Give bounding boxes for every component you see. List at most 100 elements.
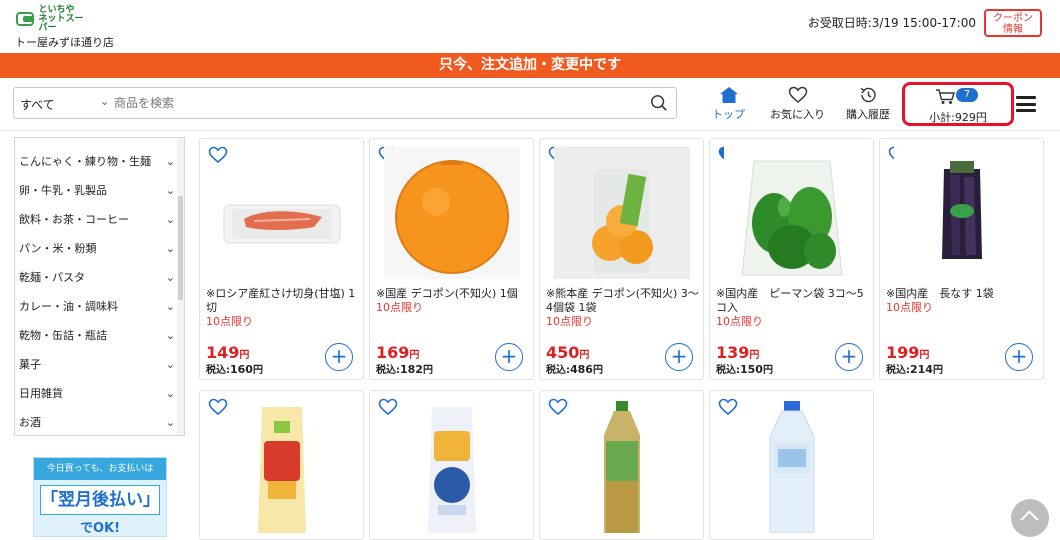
tax-value: 160: [230, 363, 253, 376]
category-label: 日用雑貨: [19, 387, 63, 400]
category-item[interactable]: 日用雑貨 ⌄: [19, 380, 175, 408]
product-name[interactable]: ※ロシア産紅さけ切身(甘塩) 1切 10点限り: [206, 287, 360, 329]
chevron-down-icon: ⌄: [165, 416, 175, 429]
nav-favorites-label: お気に入り: [770, 108, 825, 121]
product-name-text: ※国産 デコポン(不知火) 1個: [376, 287, 518, 300]
product-name-text: ※国内産 ピーマン袋 3コ～5コ入: [716, 287, 864, 314]
product-image[interactable]: [384, 147, 520, 279]
scroll-to-top-button[interactable]: [1011, 499, 1049, 537]
coupon-label-sub: 情報: [1003, 24, 1023, 35]
product-card[interactable]: ※国産 デコポン(不知火) 1個 10点限り 169円 税込:182円 +: [369, 138, 534, 380]
promo-title: 「翌月後払い」: [40, 485, 160, 515]
add-to-cart-button[interactable]: +: [1005, 343, 1033, 371]
yen-unit: 円: [919, 350, 930, 361]
category-item[interactable]: パン・米・粉類 ⌄: [19, 235, 175, 263]
yen-unit: 円: [252, 365, 263, 376]
yen-unit: 円: [239, 350, 250, 361]
home-icon: [719, 87, 738, 103]
coupon-button[interactable]: クーポン 情報: [984, 9, 1042, 37]
sidebar-scrollbar[interactable]: [177, 138, 184, 435]
product-card[interactable]: [709, 390, 874, 540]
product-card[interactable]: ※国内産 ピーマン袋 3コ～5コ入 10点限り 139 円 税込:150円 +: [709, 138, 874, 380]
product-name-text: ※国内産 長なす 1袋: [886, 287, 994, 300]
tax-prefix: 税込:: [376, 365, 400, 376]
chevron-down-icon: ⌄: [165, 387, 175, 400]
search-bar: すべて ⌄ トップ お気に入り 購入履歴 7 小計: [0, 78, 1060, 131]
category-label: 乾麺・パスタ: [19, 271, 85, 284]
product-image[interactable]: [554, 147, 690, 279]
product-card[interactable]: [539, 390, 704, 540]
deferred-payment-promo[interactable]: 今日買っても、お支払いは 「翌月後払い」 でOK!: [33, 457, 167, 537]
category-item[interactable]: 菓子 ⌄: [19, 351, 175, 379]
scrollbar-thumb[interactable]: [178, 196, 183, 300]
yen-unit: 円: [762, 365, 773, 376]
category-item[interactable]: 卵・牛乳・乳製品 ⌄: [19, 177, 175, 205]
product-name-text: ※熊本産 デコポン(不知火) 3～4個袋 1袋: [546, 287, 699, 314]
store-logo[interactable]: といちや ネットスーパー: [16, 4, 84, 33]
product-image[interactable]: [894, 147, 1030, 279]
price-value: 139: [716, 343, 750, 362]
category-item[interactable]: カレー・油・調味料 ⌄: [19, 293, 175, 321]
product-name[interactable]: ※国内産 ピーマン袋 3コ～5コ入 10点限り: [716, 287, 870, 329]
yen-unit: 円: [409, 350, 420, 361]
product-card[interactable]: ※国内産 長なす 1袋 10点限り 199円 税込:214円 +: [879, 138, 1044, 380]
nav-top[interactable]: トップ: [712, 86, 745, 122]
category-label: 卵・牛乳・乳製品: [19, 184, 107, 197]
category-label: カレー・油・調味料: [19, 300, 118, 313]
product-card[interactable]: [199, 390, 364, 540]
product-card[interactable]: ※熊本産 デコポン(不知火) 3～4個袋 1袋 10点限り 450円 税込:486…: [539, 138, 704, 380]
category-item[interactable]: 乾麺・パスタ ⌄: [19, 264, 175, 292]
product-name[interactable]: ※国内産 長なす 1袋 10点限り: [886, 287, 1040, 315]
product-image[interactable]: [214, 147, 350, 279]
tax-included-price: 税込:182円: [376, 361, 433, 376]
add-to-cart-button[interactable]: +: [835, 343, 863, 371]
product-image[interactable]: [724, 147, 860, 279]
add-to-cart-button[interactable]: +: [665, 343, 693, 371]
chevron-down-icon: ⌄: [165, 242, 175, 255]
search-icon[interactable]: [650, 94, 668, 112]
chevron-down-icon: ⌄: [165, 155, 175, 168]
purchase-limit: 10点限り: [206, 315, 253, 328]
product-name-text: ※ロシア産紅さけ切身(甘塩) 1切: [206, 287, 356, 314]
nav-history[interactable]: 購入履歴: [846, 86, 890, 122]
category-item[interactable]: お酒 ⌄: [19, 409, 175, 435]
chevron-down-icon: ⌄: [165, 271, 175, 284]
product-name[interactable]: ※国産 デコポン(不知火) 1個 10点限り: [376, 287, 530, 315]
chevron-down-icon: ⌄: [165, 184, 175, 197]
yen-unit: 円: [592, 365, 603, 376]
product-image[interactable]: [554, 401, 690, 533]
product-price: 149円: [206, 343, 249, 362]
price-value: 450: [546, 343, 580, 362]
nav-favorites[interactable]: お気に入り: [770, 86, 825, 122]
pickup-datetime[interactable]: お受取日時:3/19 15:00-17:00: [808, 14, 976, 31]
category-item[interactable]: 乾物・缶詰・瓶詰 ⌄: [19, 322, 175, 350]
category-item[interactable]: 飲料・お茶・コーヒー ⌄: [19, 206, 175, 234]
logo-text: といちや ネットスーパー: [38, 4, 84, 33]
category-sidebar: こんにゃく・練り物・生麺 ⌄ 卵・牛乳・乳製品 ⌄ 飲料・お茶・コーヒー ⌄ パン・米…: [14, 137, 185, 436]
category-select[interactable]: すべて: [20, 96, 55, 113]
purchase-limit: 10点限り: [546, 315, 593, 328]
tax-included-price: 税込:150円: [716, 361, 773, 376]
search-box: すべて ⌄: [13, 87, 677, 119]
hamburger-menu-icon[interactable]: [1016, 96, 1036, 112]
chevron-down-icon: ⌄: [165, 213, 175, 226]
product-image[interactable]: [384, 401, 520, 533]
tax-included-price: 税込:160円: [206, 361, 263, 376]
product-card[interactable]: [369, 390, 534, 540]
add-to-cart-button[interactable]: +: [325, 343, 353, 371]
chevron-down-icon: ⌄: [165, 329, 175, 342]
category-label: パン・米・粉類: [19, 242, 97, 255]
cart-logo-icon: [16, 12, 35, 26]
add-to-cart-button[interactable]: +: [495, 343, 523, 371]
product-name[interactable]: ※熊本産 デコポン(不知火) 3～4個袋 1袋 10点限り: [546, 287, 700, 329]
product-image[interactable]: [724, 401, 860, 533]
product-price: 169円: [376, 343, 419, 362]
category-label: 飲料・お茶・コーヒー: [19, 213, 129, 226]
search-input[interactable]: [114, 92, 634, 114]
cart-button[interactable]: 7 小計:929円: [902, 82, 1014, 126]
chevron-down-icon[interactable]: ⌄: [100, 95, 109, 108]
chevron-down-icon: ⌄: [165, 300, 175, 313]
product-card[interactable]: ※ロシア産紅さけ切身(甘塩) 1切 10点限り 149円 税込:160円 +: [199, 138, 364, 380]
category-item[interactable]: こんにゃく・練り物・生麺 ⌄: [19, 148, 175, 176]
product-image[interactable]: [214, 401, 350, 533]
